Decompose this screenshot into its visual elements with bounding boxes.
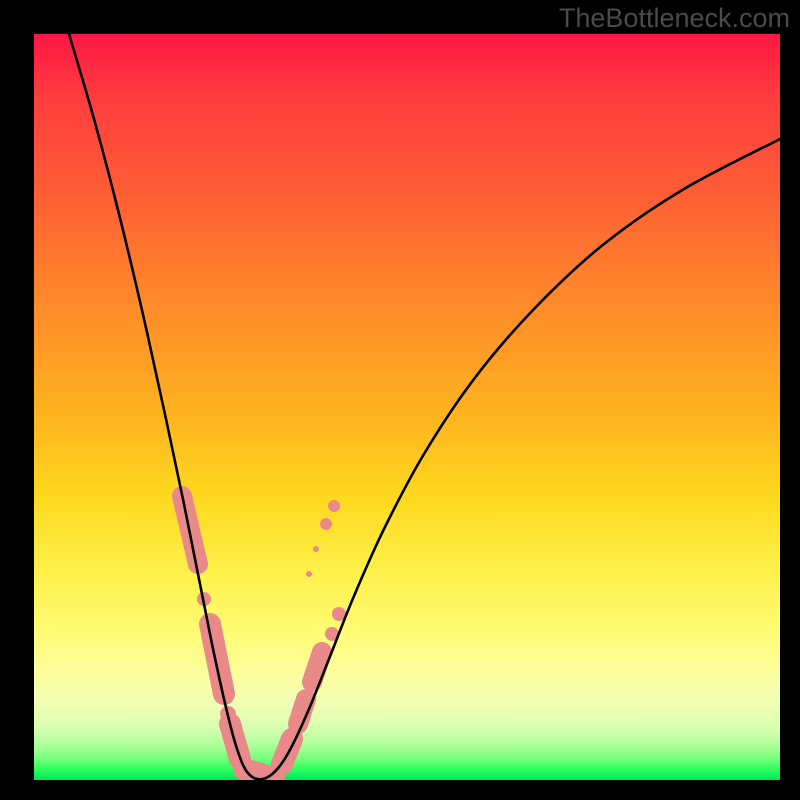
marker-dot <box>320 518 332 530</box>
marker-pill <box>210 624 224 694</box>
marker-dot <box>328 500 340 512</box>
markers-group <box>177 496 346 778</box>
marker-dot <box>313 546 319 552</box>
chart-frame: TheBottleneck.com <box>0 0 800 800</box>
bottleneck-curve <box>69 34 780 779</box>
plot-area <box>34 34 780 780</box>
curve-layer <box>34 34 780 780</box>
marker-dot <box>306 571 312 577</box>
watermark-text: TheBottleneck.com <box>559 3 790 34</box>
